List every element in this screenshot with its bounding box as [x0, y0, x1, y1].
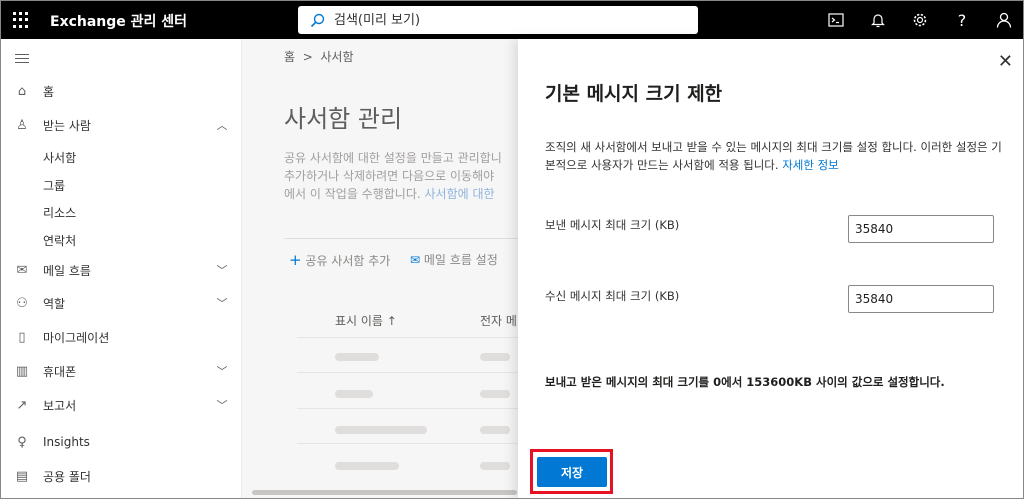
receive-size-input[interactable]: [848, 285, 994, 313]
send-size-label: 보낸 메시지 최대 크기 (KB): [545, 218, 680, 232]
table-row-divider: [297, 443, 527, 444]
nav-item-insights[interactable]: ♀ Insights: [1, 428, 241, 456]
chevron-down-icon[interactable]: ﹀: [203, 363, 241, 379]
column-header-display-name[interactable]: 표시 이름 ↑: [335, 312, 397, 329]
table-cell: [480, 462, 510, 470]
breadcrumb-separator-icon: >: [298, 50, 317, 64]
hamburger-icon[interactable]: [15, 54, 29, 66]
breadcrumb-current: 사서함: [320, 50, 354, 64]
table-row-divider: [297, 372, 527, 373]
table-cell: [480, 353, 510, 361]
mobile-icon: ▥: [15, 363, 29, 379]
nav-sub-resources[interactable]: 리소스: [43, 204, 76, 221]
table-row-divider: [297, 408, 527, 409]
breadcrumb-home[interactable]: 홈: [284, 50, 295, 64]
home-icon: ⌂: [17, 83, 27, 99]
mailbox-info-link[interactable]: 사서함에 대한: [425, 187, 495, 201]
account-icon[interactable]: [983, 1, 1023, 39]
table-cell: [480, 426, 510, 434]
nav-item-reports[interactable]: ↗ 보고서 ﹀: [1, 391, 241, 419]
person-icon: ♙: [16, 117, 28, 133]
folder-icon: ▤: [15, 468, 29, 484]
page-description: 공유 사서함에 대한 설정을 만들고 관리합니 추가하거나 삭제하려면 다음으로…: [284, 151, 502, 201]
help-icon[interactable]: ?: [941, 1, 983, 39]
panel-description: 조직의 새 사서함에서 보내고 받을 수 있는 메시지의 최대 크기를 설정 합…: [545, 140, 1002, 172]
table-row[interactable]: [335, 390, 373, 398]
table-row[interactable]: [335, 426, 427, 434]
report-icon: ↗: [16, 397, 28, 413]
plus-icon: +: [289, 251, 302, 269]
chevron-down-icon[interactable]: ﹀: [203, 397, 241, 413]
table-cell: [480, 390, 510, 398]
save-button[interactable]: 저장: [537, 457, 607, 487]
search-icon: [310, 13, 325, 28]
mail-flow-settings-button[interactable]: ✉ 메일 흐름 설정: [410, 251, 498, 268]
nav-sub-mailboxes[interactable]: 사서함: [43, 149, 76, 166]
send-size-input[interactable]: [848, 215, 994, 243]
nav-item-recipients[interactable]: ♙ 받는 사람 ︿: [1, 111, 241, 139]
chevron-up-icon[interactable]: ︿: [203, 117, 241, 133]
app-launcher-icon[interactable]: [13, 12, 29, 28]
panel-title: 기본 메시지 크기 제한: [545, 83, 723, 105]
horizontal-scrollbar[interactable]: [252, 490, 517, 495]
learn-more-link[interactable]: 자세한 정보: [782, 158, 839, 172]
nav-item-home[interactable]: ⌂ 홈: [1, 77, 241, 105]
chevron-down-icon[interactable]: ﹀: [203, 295, 241, 311]
bell-icon[interactable]: [857, 1, 899, 39]
search-input[interactable]: [334, 11, 674, 29]
nav-item-mail-flow[interactable]: ✉ 메일 흐름 ﹀: [1, 256, 241, 284]
column-header-email[interactable]: 전자 메: [480, 312, 517, 329]
table-row[interactable]: [335, 353, 379, 361]
nav-item-mobile[interactable]: ▥ 휴대폰 ﹀: [1, 357, 241, 385]
nav-item-migration[interactable]: ▯ 마이그레이션: [1, 323, 241, 351]
message-size-panel: ✕ 기본 메시지 크기 제한 조직의 새 사서함에서 보내고 받을 수 있는 메…: [518, 39, 1023, 498]
app-window: Exchange 관리 센터 ?: [0, 0, 1024, 499]
breadcrumb: 홈 > 사서함: [284, 48, 354, 65]
nav-sub-contacts[interactable]: 연락처: [43, 232, 76, 249]
insights-icon: ♀: [17, 434, 27, 450]
nav-sub-groups[interactable]: 그룹: [43, 177, 65, 194]
table-row-divider: [297, 337, 527, 338]
table-row[interactable]: [335, 462, 399, 470]
mail-icon: ✉: [410, 253, 421, 267]
chevron-down-icon[interactable]: ﹀: [203, 262, 241, 278]
page-title: 사서함 관리: [284, 105, 403, 133]
app-title[interactable]: Exchange 관리 센터: [50, 11, 187, 31]
search-box[interactable]: [298, 6, 698, 34]
size-range-note: 보내고 받은 메시지의 최대 크기를 0에서 153600KB 사이의 값으로 …: [545, 375, 945, 389]
terminal-icon[interactable]: [815, 1, 857, 39]
roles-icon: ⚇: [16, 295, 28, 311]
receive-size-label: 수신 메시지 최대 크기 (KB): [545, 289, 680, 303]
nav-item-roles[interactable]: ⚇ 역할 ﹀: [1, 289, 241, 317]
add-shared-mailbox-button[interactable]: + 공유 사서함 추가: [289, 251, 390, 269]
migration-icon: ▯: [18, 329, 26, 345]
mail-icon: ✉: [16, 262, 28, 278]
gear-icon[interactable]: [899, 1, 941, 39]
left-navigation: ⌂ 홈 ♙ 받는 사람 ︿ 사서함 그룹 리소스 연락처 ✉ 메일 흐름 ﹀ ⚇…: [1, 39, 242, 498]
divider: [284, 238, 524, 239]
close-icon[interactable]: ✕: [998, 51, 1013, 72]
nav-item-public-folders[interactable]: ▤ 공용 폴더: [1, 462, 241, 490]
top-bar: Exchange 관리 센터 ?: [1, 1, 1023, 39]
